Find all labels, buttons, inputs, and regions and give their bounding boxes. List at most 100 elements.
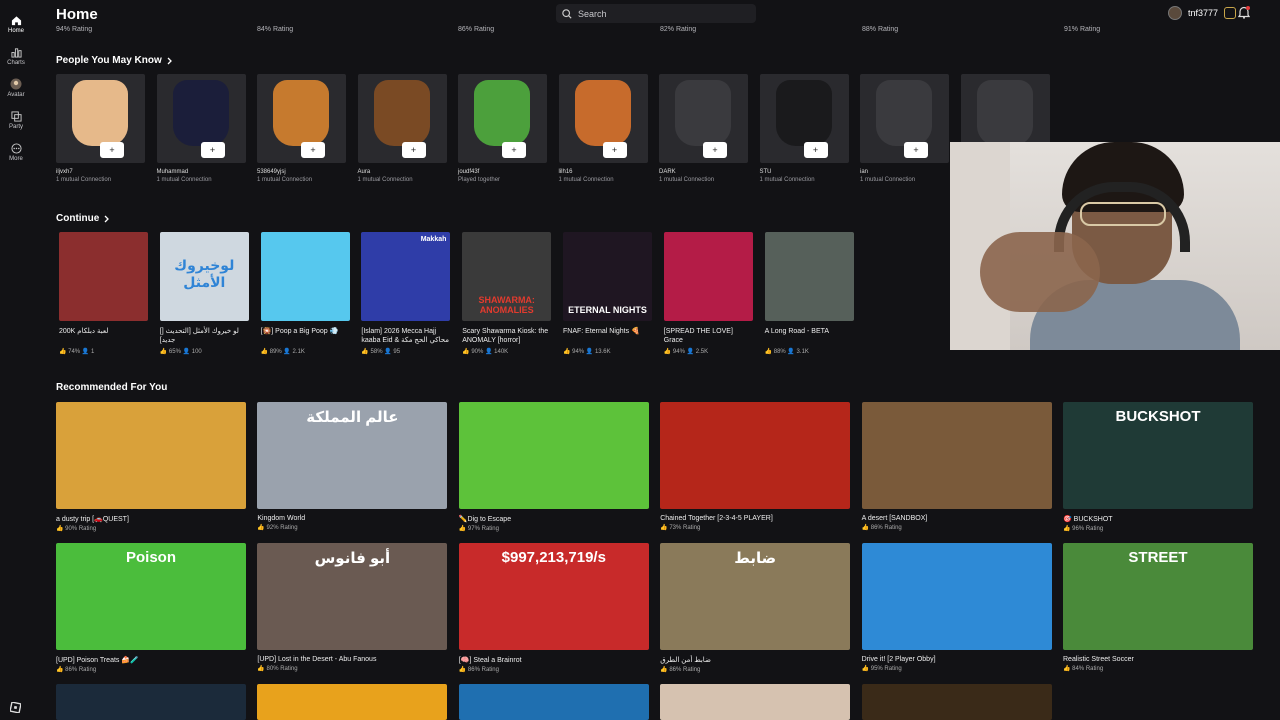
friend-card[interactable]: + STU 1 mutual Connection xyxy=(759,74,849,183)
continue-game-card[interactable]: Makkah [Islam] 2026 Mecca Hajj kaaba Eid … xyxy=(361,232,451,355)
game-title[interactable]: Chained Together [2-3-4-5 PLAYER] xyxy=(660,515,850,522)
friend-card[interactable]: + iljvxh7 1 mutual Connection xyxy=(56,74,145,183)
game-title[interactable]: [UPD] Lost in the Desert - Abu Fanous xyxy=(257,656,447,663)
friend-card[interactable]: + Aura 1 mutual Connection xyxy=(357,74,447,183)
game-title[interactable]: Drive it! [2 Player Obby] xyxy=(862,656,1052,663)
add-friend-icon[interactable]: + xyxy=(703,142,727,158)
add-friend-icon[interactable]: + xyxy=(100,142,124,158)
sidebar-item-party[interactable]: Party xyxy=(0,104,32,136)
game-thumbnail[interactable] xyxy=(660,684,851,720)
friend-avatar[interactable]: + xyxy=(659,74,748,163)
recommended-game-card[interactable] xyxy=(1063,684,1253,720)
game-thumbnail[interactable]: Poison xyxy=(56,543,246,650)
friend-avatar[interactable]: + xyxy=(56,74,145,163)
recommended-game-card[interactable]: عالم المملكة Kingdom World 👍 92% Rating xyxy=(257,402,448,531)
recommended-game-card[interactable] xyxy=(458,684,649,720)
recommended-game-card[interactable]: A desert [SANDBOX] 👍 86% Rating xyxy=(861,402,1052,531)
game-title[interactable]: [🎇] Poop a Big Poop 💨 xyxy=(261,327,350,345)
game-title[interactable]: A Long Road - BETA xyxy=(765,327,854,345)
game-thumbnail[interactable] xyxy=(861,402,1052,509)
continue-game-card[interactable]: SHAWARMA: ANOMALIES Scary Shawarma Kiosk:… xyxy=(462,232,552,355)
recommended-game-card[interactable]: Chained Together [2-3-4-5 PLAYER] 👍 73% R… xyxy=(660,402,851,531)
add-friend-icon[interactable]: + xyxy=(502,142,526,158)
game-thumbnail[interactable] xyxy=(458,684,649,720)
avatar[interactable] xyxy=(1167,6,1182,20)
game-thumbnail[interactable]: عالم المملكة xyxy=(257,402,448,509)
friend-name[interactable]: lilh16 xyxy=(559,169,648,175)
friend-card[interactable]: + Muhammad 1 mutual Connection xyxy=(156,74,246,183)
add-friend-icon[interactable]: + xyxy=(602,142,627,158)
friend-name[interactable]: joudf43f xyxy=(458,169,547,175)
recommended-game-card[interactable] xyxy=(660,684,851,720)
recommended-game-card[interactable]: STREET Realistic Street Soccer 👍 84% Ratin… xyxy=(1063,543,1253,672)
continue-game-card[interactable]: لوخيروك الأمثل [] لو خيروك الأمثل [التحدي… xyxy=(159,232,249,355)
game-title[interactable]: [] لو خيروك الأمثل [التحديث جديد] xyxy=(160,327,249,345)
friend-name[interactable]: Aura xyxy=(358,169,447,175)
roblox-logo-icon[interactable] xyxy=(9,700,22,714)
game-title[interactable]: Realistic Street Soccer xyxy=(1063,656,1253,663)
game-thumbnail[interactable]: SHAWARMA: ANOMALIES xyxy=(462,232,552,321)
game-thumbnail[interactable] xyxy=(59,232,148,321)
continue-game-card[interactable]: [🎇] Poop a Big Poop 💨 👍 89% 👤 2.1K xyxy=(260,232,350,355)
continue-game-card[interactable]: ETERNAL NIGHTS FNAF: Eternal Nights 🍕 👍 94… xyxy=(563,232,652,355)
continue-heading[interactable]: Continue xyxy=(56,213,110,224)
game-thumbnail[interactable] xyxy=(663,232,753,321)
game-thumbnail[interactable]: ضابط xyxy=(660,543,851,650)
recommended-game-card[interactable]: ✏️Dig to Escape 👍 97% Rating xyxy=(458,402,649,532)
add-friend-icon[interactable]: + xyxy=(803,142,828,158)
sidebar-item-more[interactable]: More xyxy=(0,136,32,168)
game-thumbnail[interactable] xyxy=(764,232,854,321)
username[interactable]: tnf3777 xyxy=(1188,8,1218,18)
recommended-game-card[interactable]: a dusty trip [🚗QUEST] 👍 90% Rating xyxy=(56,402,246,532)
friend-name[interactable]: 538649yjsj xyxy=(257,169,346,175)
friend-avatar[interactable]: + xyxy=(558,74,648,163)
friend-name[interactable]: STU xyxy=(760,169,849,175)
user-menu[interactable]: tnf3777 xyxy=(1167,6,1236,20)
search-input[interactable]: Search xyxy=(556,4,756,23)
friend-card[interactable]: + lilh16 1 mutual Connection xyxy=(558,74,648,183)
game-thumbnail[interactable]: لوخيروك الأمثل xyxy=(159,232,249,321)
game-title[interactable]: FNAF: Eternal Nights 🍕 xyxy=(563,327,652,345)
game-thumbnail[interactable] xyxy=(56,684,246,720)
continue-game-card[interactable]: [SPREAD THE LOVE] Grace 👍 94% 👤 2.5K xyxy=(663,232,753,355)
recommended-game-card[interactable] xyxy=(56,684,246,720)
friend-card[interactable]: + joudf43f Played together xyxy=(458,74,547,183)
add-friend-icon[interactable]: + xyxy=(301,142,325,158)
game-thumbnail[interactable]: ETERNAL NIGHTS xyxy=(563,232,652,321)
game-title[interactable]: Scary Shawarma Kiosk: the ANOMALY [horro… xyxy=(462,327,551,345)
game-title[interactable]: [Islam] 2026 Mecca Hajj kaaba Eid & محاك… xyxy=(361,327,450,345)
game-title[interactable]: 200K لعبة دبلكام xyxy=(59,327,148,345)
game-title[interactable]: A desert [SANDBOX] xyxy=(862,515,1052,522)
recommended-game-card[interactable]: BUCKSHOT 🎯 BUCKSHOT 👍 96% Rating xyxy=(1063,402,1253,532)
game-title[interactable]: [UPD] Poison Treats 🍰🧪 xyxy=(56,656,246,664)
friend-avatar[interactable]: + xyxy=(860,74,949,163)
friend-avatar[interactable]: + xyxy=(357,74,447,163)
game-title[interactable]: ضابط أمن الطرق xyxy=(660,656,850,664)
friend-name[interactable]: ian xyxy=(860,169,949,175)
game-title[interactable]: 🎯 BUCKSHOT xyxy=(1063,515,1253,523)
friend-avatar[interactable]: + xyxy=(156,74,246,163)
recommended-game-card[interactable]: $997,213,719/s [🧠] Steal a Brainrot 👍 86% … xyxy=(458,543,649,673)
game-thumbnail[interactable] xyxy=(458,402,649,509)
add-friend-icon[interactable]: + xyxy=(401,142,426,158)
friend-name[interactable]: Muhammad xyxy=(157,169,246,175)
add-friend-icon[interactable]: + xyxy=(200,142,225,158)
game-thumbnail[interactable]: أبو فانوس xyxy=(257,543,448,650)
friend-avatar[interactable]: + xyxy=(458,74,547,163)
game-thumbnail[interactable] xyxy=(260,232,350,321)
game-thumbnail[interactable] xyxy=(56,402,246,509)
recommended-game-card[interactable]: ضابط ضابط أمن الطرق 👍 86% Rating xyxy=(660,543,851,673)
recommended-game-card[interactable] xyxy=(257,684,448,720)
game-thumbnail[interactable] xyxy=(257,684,448,720)
add-friend-icon[interactable]: + xyxy=(904,142,928,158)
sidebar-item-avatar[interactable]: Avatar xyxy=(0,72,32,104)
game-title[interactable]: [🧠] Steal a Brainrot xyxy=(459,656,649,664)
notifications-bell-icon[interactable] xyxy=(1237,6,1251,24)
friend-avatar[interactable]: + xyxy=(257,74,346,163)
friend-avatar[interactable]: + xyxy=(759,74,849,163)
sidebar-item-home[interactable]: Home xyxy=(0,8,32,40)
friend-card[interactable]: + DARK 1 mutual Connection xyxy=(659,74,748,183)
game-title[interactable]: Kingdom World xyxy=(257,515,447,522)
game-title[interactable]: ✏️Dig to Escape xyxy=(459,515,649,523)
game-title[interactable]: a dusty trip [🚗QUEST] xyxy=(56,515,246,523)
